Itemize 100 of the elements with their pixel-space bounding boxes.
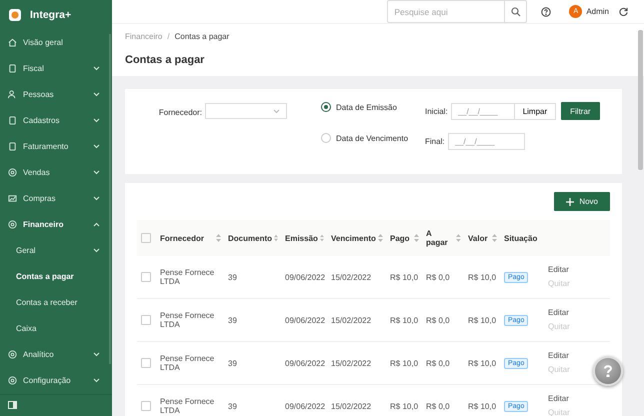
sidebar-subitem[interactable]: Contas a receber [0, 290, 112, 316]
chevron-icon [93, 92, 100, 98]
doc-icon [8, 64, 17, 74]
row-checkbox[interactable] [141, 401, 151, 411]
chevron-icon [93, 170, 100, 176]
row-checkbox[interactable] [141, 315, 151, 325]
chevron-icon [93, 196, 100, 202]
table-cell: 09/06/2022 [285, 316, 326, 324]
table-cell: 39 [228, 316, 237, 324]
sidebar-item[interactable]: Financeiro [0, 212, 112, 238]
home-icon [8, 38, 17, 48]
chevron-icon [93, 352, 100, 358]
search-field[interactable]: Pesquise aqui [387, 0, 528, 23]
user-name[interactable]: Admin [586, 7, 609, 16]
table-cell: 15/02/2022 [331, 402, 372, 410]
scrollbar[interactable] [638, 30, 643, 170]
chevron-icon [273, 108, 280, 114]
sort-icon[interactable] [414, 234, 419, 242]
end-date-field[interactable]: __/__/____ [448, 133, 525, 150]
edit-link[interactable]: Editar [548, 263, 569, 277]
scrollbar[interactable] [109, 34, 111, 364]
page-title: Contas a pagar [125, 54, 206, 66]
column-header[interactable]: Situação [504, 234, 538, 242]
start-date-label: Inicial: [425, 106, 448, 116]
sidebar-item[interactable]: Pessoas [0, 82, 112, 108]
new-button[interactable]: Novo [554, 192, 610, 211]
brand-name: Integra+ [30, 8, 72, 21]
refresh-icon[interactable] [619, 7, 628, 16]
edit-link[interactable]: Editar [548, 392, 569, 406]
supplier-label: Fornecedor: [158, 108, 202, 117]
edit-link[interactable]: Editar [548, 306, 569, 320]
sidebar-item[interactable]: Cadastros [0, 108, 112, 134]
table-cell: Pense Fornece LTDA [160, 354, 214, 372]
column-header[interactable]: Pago [390, 234, 410, 242]
table-cell: Pense Fornece LTDA [160, 397, 214, 415]
sidebar-item[interactable]: Faturamento [0, 134, 112, 160]
chart-icon [8, 194, 17, 204]
search-icon[interactable] [510, 6, 521, 16]
table-cell: R$ 10,0 [390, 358, 418, 368]
column-header[interactable]: Valor [468, 234, 488, 242]
sidebar-subitem[interactable]: Contas a pagar [0, 264, 112, 290]
chevron-icon [93, 66, 100, 72]
table-cell: R$ 0,0 [426, 272, 450, 282]
table-cell: 09/06/2022 [285, 358, 326, 368]
sort-icon[interactable] [320, 234, 324, 242]
sidebar-item[interactable]: Visão geral [0, 30, 112, 56]
table-cell: R$ 10,0 [468, 358, 496, 368]
table-cell: 15/02/2022 [331, 358, 372, 368]
table-cell: R$ 10,0 [390, 316, 418, 324]
sort-icon[interactable] [216, 234, 221, 242]
table-cell: R$ 0,0 [426, 316, 450, 324]
sidebar-subitem[interactable]: Geral [0, 238, 112, 264]
search-input[interactable]: Pesquise aqui [388, 1, 504, 22]
question-icon [603, 365, 613, 377]
table-cell: 39 [228, 358, 237, 368]
table-cell: 15/02/2022 [331, 272, 372, 282]
start-date-field[interactable]: __/__/____ [450, 102, 515, 120]
table-cell: R$ 10,0 [390, 272, 418, 282]
table-cell: 39 [228, 272, 237, 282]
radio-label[interactable]: Data de Emissão [336, 102, 397, 112]
plus-icon [566, 198, 574, 206]
filter-button[interactable]: Filtrar [561, 102, 600, 120]
chevron-icon [93, 222, 100, 228]
column-header[interactable]: Fornecedor [160, 234, 204, 242]
people-icon [8, 90, 17, 100]
supplier-select[interactable] [205, 103, 287, 119]
sort-icon[interactable] [378, 234, 383, 242]
chevron-icon [93, 378, 100, 384]
chevron-icon [93, 118, 100, 124]
table-cell: 09/06/2022 [285, 272, 326, 282]
table-cell: R$ 10,0 [390, 402, 418, 410]
sort-icon[interactable] [274, 234, 278, 242]
end-date-label: Final: [425, 137, 445, 146]
table-cell: 39 [228, 402, 237, 410]
sidebar-item[interactable]: Fiscal [0, 56, 112, 82]
edit-link[interactable]: Editar [548, 349, 569, 363]
row-checkbox[interactable] [141, 272, 151, 282]
radio-label[interactable]: Data de Vencimento [336, 134, 408, 142]
sidebar-item[interactable]: Analítico [0, 342, 112, 368]
breadcrumb-item: Contas a pagar [174, 32, 230, 41]
radio-button[interactable] [321, 102, 331, 112]
column-header[interactable]: Documento [228, 234, 272, 242]
sidebar-item[interactable]: Configuração [0, 368, 112, 394]
chevron-icon [93, 248, 100, 254]
sidebar-subitem[interactable]: Caixa [0, 316, 112, 342]
clear-button[interactable]: Limpar [514, 102, 556, 120]
logo-icon [8, 8, 22, 22]
collapse-icon[interactable] [8, 401, 17, 410]
select-all-checkbox[interactable] [141, 233, 151, 243]
table-cell: R$ 10,0 [468, 402, 496, 410]
table-cell: 09/06/2022 [285, 402, 326, 410]
column-header[interactable]: A pagar [426, 229, 454, 247]
sidebar-item[interactable]: Vendas [0, 160, 112, 186]
sort-icon[interactable] [492, 234, 497, 242]
sidebar-item[interactable]: Compras [0, 186, 112, 212]
row-checkbox[interactable] [141, 358, 151, 368]
sort-icon[interactable] [456, 234, 461, 242]
column-header[interactable]: Emissão [285, 234, 318, 242]
column-header[interactable]: Vencimento [331, 234, 376, 242]
help-icon[interactable] [541, 6, 552, 16]
